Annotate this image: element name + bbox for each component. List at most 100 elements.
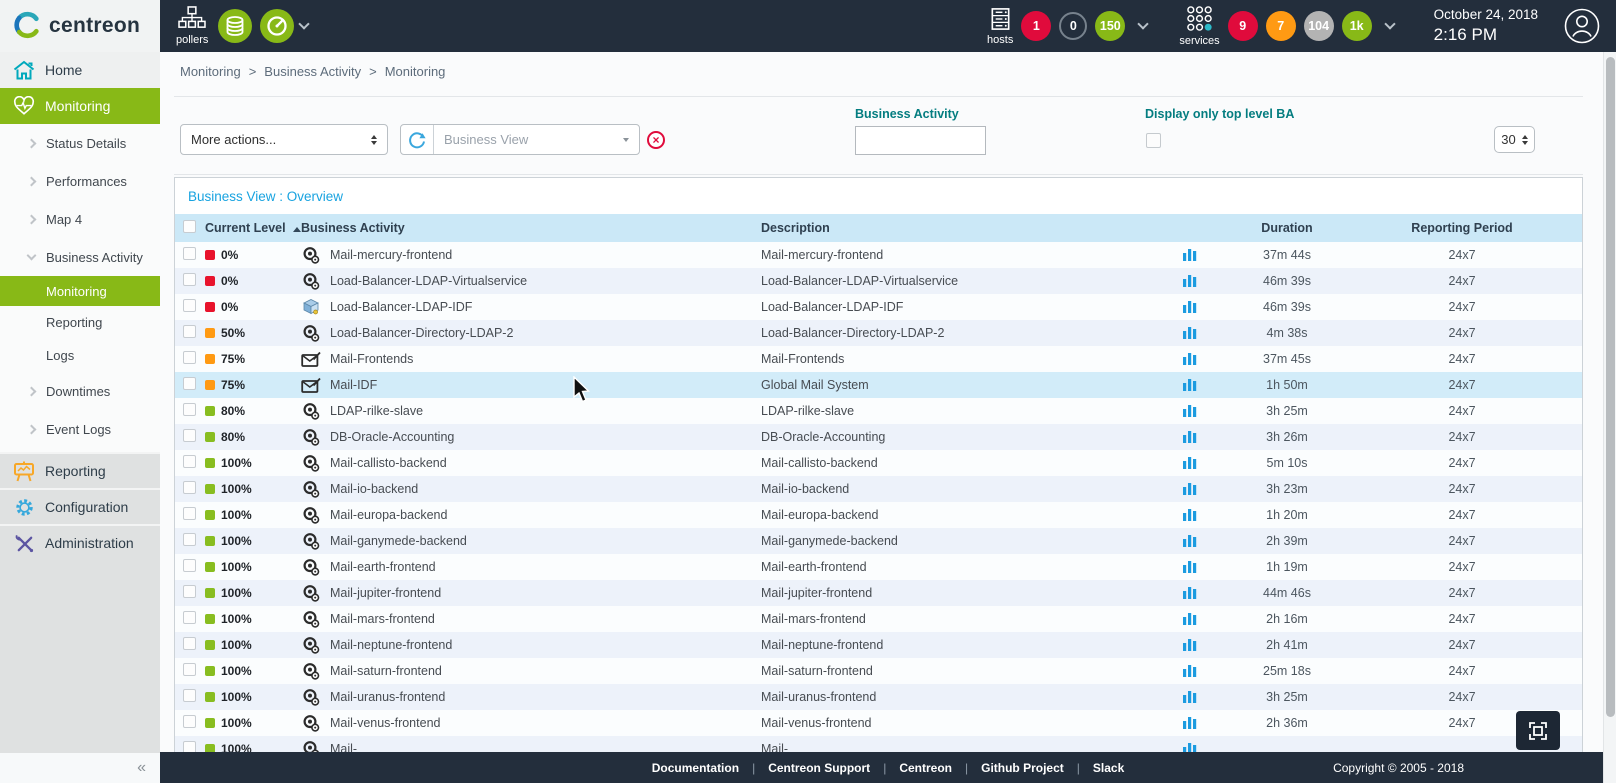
sidebar-item-performances[interactable]: Performances [0, 162, 160, 200]
ba-name[interactable]: Mail-saturn-frontend [330, 664, 442, 678]
user-avatar[interactable] [1564, 8, 1600, 44]
sidebar-item-event-logs[interactable]: Event Logs [0, 410, 160, 448]
status-badge[interactable]: 1 [1021, 11, 1051, 41]
footer-link[interactable]: Centreon Support [768, 761, 870, 775]
bar-chart-icon[interactable] [1182, 663, 1198, 680]
clear-filter-icon[interactable]: × [647, 131, 665, 149]
row-checkbox[interactable] [183, 741, 196, 752]
bar-chart-icon[interactable] [1182, 559, 1198, 576]
table-row[interactable]: 100% Mail-jupiter-frontend Mail-jupiter-… [175, 580, 1582, 606]
header-current-level[interactable]: Current Level [205, 221, 301, 235]
ba-name[interactable]: Mail-Frontends [330, 352, 413, 366]
scrollbar-thumb[interactable] [1606, 57, 1615, 717]
row-checkbox[interactable] [183, 611, 196, 624]
row-checkbox[interactable] [183, 325, 196, 338]
page-size-select[interactable]: 30 [1494, 126, 1535, 153]
row-checkbox[interactable] [183, 637, 196, 650]
ba-name[interactable]: Load-Balancer-Directory-LDAP-2 [330, 326, 513, 340]
status-badge[interactable]: 7 [1266, 11, 1296, 41]
row-checkbox[interactable] [183, 247, 196, 260]
footer-link[interactable]: Github Project [981, 761, 1064, 775]
ba-name[interactable]: Load-Balancer-LDAP-Virtualservice [330, 274, 527, 288]
ba-name[interactable]: Mail-IDF [330, 378, 377, 392]
table-row[interactable]: 0% Mail-mercury-frontend Mail-mercury-fr… [175, 242, 1582, 268]
status-badge[interactable]: 0 [1059, 12, 1087, 40]
ba-name[interactable]: Mail-io-backend [330, 482, 418, 496]
bar-chart-icon[interactable] [1182, 351, 1198, 368]
row-checkbox[interactable] [183, 507, 196, 520]
table-row[interactable]: 100% Mail-saturn-frontend Mail-saturn-fr… [175, 658, 1582, 684]
chevron-down-icon[interactable] [299, 18, 310, 29]
sidebar-item-ba-logs[interactable]: Logs [0, 339, 160, 372]
table-row[interactable]: 75% Mail-IDF Global Mail System 1h 50m 2… [175, 372, 1582, 398]
bar-chart-icon[interactable] [1182, 611, 1198, 628]
ba-name[interactable]: LDAP-rilke-slave [330, 404, 423, 418]
row-checkbox[interactable] [183, 403, 196, 416]
ba-name[interactable]: Mail-uranus-frontend [330, 690, 445, 704]
ba-name[interactable]: Mail-ganymede-backend [330, 534, 467, 548]
row-checkbox[interactable] [183, 273, 196, 286]
chevron-down-icon[interactable] [1138, 18, 1149, 29]
scrollbar-track[interactable] [1603, 52, 1616, 783]
ba-name[interactable]: Mail-europa-backend [330, 508, 447, 522]
row-checkbox[interactable] [183, 663, 196, 676]
row-checkbox[interactable] [183, 689, 196, 702]
row-checkbox[interactable] [183, 299, 196, 312]
row-checkbox[interactable] [183, 351, 196, 364]
bar-chart-icon[interactable] [1182, 481, 1198, 498]
table-row[interactable]: 100% Mail-mars-frontend Mail-mars-fronte… [175, 606, 1582, 632]
ba-name[interactable]: Mail-jupiter-frontend [330, 586, 441, 600]
table-row[interactable]: 50% Load-Balancer-Directory-LDAP-2 Load-… [175, 320, 1582, 346]
business-view-overview-link[interactable]: Business View : Overview [188, 189, 343, 204]
header-reporting-period[interactable]: Reporting Period [1362, 221, 1562, 235]
bar-chart-icon[interactable] [1182, 689, 1198, 706]
bar-chart-icon[interactable] [1182, 403, 1198, 420]
sidebar-item-ba-reporting[interactable]: Reporting [0, 306, 160, 339]
ba-name[interactable]: Mail-mars-frontend [330, 612, 435, 626]
breadcrumb-item[interactable]: Monitoring [385, 64, 446, 79]
row-checkbox[interactable] [183, 533, 196, 546]
status-badge[interactable]: 104 [1304, 11, 1334, 41]
table-row[interactable]: 100% Mail-io-backend Mail-io-backend 3h … [175, 476, 1582, 502]
sidebar-item-home[interactable]: Home [0, 52, 160, 88]
bar-chart-icon[interactable] [1182, 533, 1198, 550]
ba-name[interactable]: Mail-callisto-backend [330, 456, 447, 470]
breadcrumb-item[interactable]: Monitoring [180, 64, 241, 79]
table-row[interactable]: 75% Mail-Frontends Mail-Frontends 37m 45… [175, 346, 1582, 372]
footer-link[interactable]: Documentation [652, 761, 739, 775]
collapse-sidebar-icon[interactable]: « [137, 759, 146, 777]
status-badge[interactable]: 1k [1342, 11, 1372, 41]
bar-chart-icon[interactable] [1182, 455, 1198, 472]
status-badge[interactable]: 150 [1095, 11, 1125, 41]
more-actions-select[interactable]: More actions... [180, 124, 388, 155]
table-row[interactable]: 100% Mail-europa-backend Mail-europa-bac… [175, 502, 1582, 528]
table-row[interactable]: 80% DB-Oracle-Accounting DB-Oracle-Accou… [175, 424, 1582, 450]
row-checkbox[interactable] [183, 585, 196, 598]
row-checkbox[interactable] [183, 377, 196, 390]
services-status[interactable]: services [1179, 5, 1219, 47]
ba-name[interactable]: Mail-venus-frontend [330, 716, 440, 730]
row-checkbox[interactable] [183, 455, 196, 468]
table-row[interactable]: 100% Mail-earth-frontend Mail-earth-fron… [175, 554, 1582, 580]
fullscreen-button[interactable] [1516, 711, 1560, 750]
business-activity-input[interactable] [855, 126, 986, 155]
table-row[interactable]: 100% Mail-venus-frontend Mail-venus-fron… [175, 710, 1582, 736]
status-badge[interactable]: 9 [1228, 11, 1258, 41]
bar-chart-icon[interactable] [1182, 429, 1198, 446]
bar-chart-icon[interactable] [1182, 507, 1198, 524]
table-row[interactable]: 100% Mail-callisto-backend Mail-callisto… [175, 450, 1582, 476]
table-row[interactable]: 80% LDAP-rilke-slave LDAP-rilke-slave 3h… [175, 398, 1582, 424]
sidebar-item-configuration[interactable]: Configuration [0, 488, 160, 524]
header-duration[interactable]: Duration [1212, 221, 1362, 235]
ba-name[interactable]: Mail-neptune-frontend [330, 638, 452, 652]
ba-name[interactable]: Mail-mercury-frontend [330, 248, 452, 262]
gauge-status-icon[interactable] [260, 9, 294, 43]
business-view-select[interactable]: Business View [434, 125, 639, 154]
header-business-activity[interactable]: Business Activity [301, 221, 761, 235]
table-row[interactable]: 0% Load-Balancer-LDAP-IDF Load-Balancer-… [175, 294, 1582, 320]
table-row[interactable]: 0% Load-Balancer-LDAP-Virtualservice Loa… [175, 268, 1582, 294]
ba-name[interactable]: Mail-earth-frontend [330, 560, 436, 574]
table-row[interactable]: 100% Mail- Mail- [175, 736, 1582, 752]
database-status-icon[interactable] [218, 9, 252, 43]
bar-chart-icon[interactable] [1182, 715, 1198, 732]
